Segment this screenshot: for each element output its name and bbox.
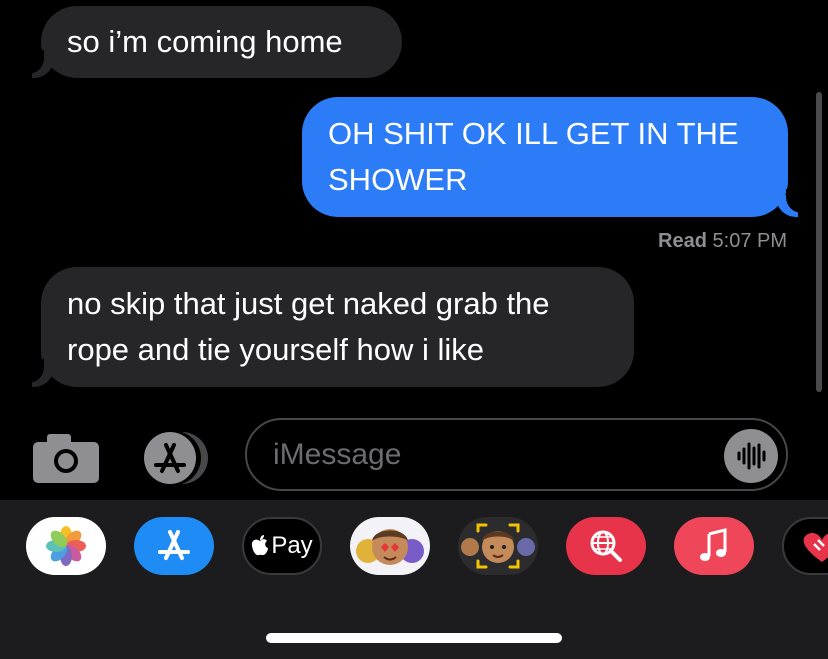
incoming-message[interactable]: so i’m coming home: [41, 6, 402, 78]
receipt-status: Read: [658, 230, 707, 252]
compose-bar: iMessage: [0, 415, 828, 500]
music-icon: [700, 528, 727, 561]
message-text-line: SHOWER: [328, 162, 468, 197]
web-search-icon: [590, 530, 622, 562]
message-text: so i’m coming home: [67, 24, 343, 59]
app-drawer: Pay: [0, 500, 828, 659]
heart-sticker-icon: [803, 532, 828, 562]
memoji-camera-app-button[interactable]: [458, 517, 538, 575]
message-input[interactable]: iMessage: [245, 418, 788, 491]
memoji-camera-icon: [461, 523, 535, 569]
audio-message-button[interactable]: [724, 429, 778, 483]
music-app-button[interactable]: [674, 517, 754, 575]
camera-button[interactable]: [33, 433, 99, 483]
scrollbar[interactable]: [816, 92, 822, 392]
bubble-tail: [22, 359, 54, 387]
apple-pay-app-button[interactable]: Pay: [242, 517, 322, 575]
web-search-app-button[interactable]: [566, 517, 646, 575]
app-store-icon: [144, 431, 208, 485]
photos-icon: [46, 526, 86, 566]
waveform-icon: [737, 442, 766, 470]
apple-pay-label: Pay: [271, 532, 313, 559]
incoming-message[interactable]: no skip that just get naked grab the rop…: [41, 267, 634, 387]
memoji-stickers-app-button[interactable]: [350, 517, 430, 575]
app-store-icon: [158, 530, 190, 560]
app-store-app-button[interactable]: [134, 517, 214, 575]
outgoing-message[interactable]: OH SHIT OK ILL GET IN THE SHOWER: [302, 97, 788, 217]
message-text-line: OH SHIT OK ILL GET IN THE: [328, 116, 739, 151]
bubble-tail: [776, 189, 808, 217]
receipt-time: 5:07 PM: [712, 230, 787, 252]
apple-pay-icon: [252, 535, 269, 556]
bubble-tail: [22, 50, 54, 78]
read-receipt: Read 5:07 PM: [658, 230, 787, 253]
apps-button[interactable]: [138, 431, 212, 485]
message-text-line: no skip that just get naked grab the: [67, 286, 550, 321]
camera-icon: [33, 434, 99, 483]
message-text-line: rope and tie yourself how i like: [67, 332, 485, 367]
message-input-placeholder: iMessage: [273, 438, 402, 471]
memoji-stickers-icon: [356, 529, 424, 565]
digital-touch-app-button[interactable]: [782, 517, 828, 575]
photos-app-button[interactable]: [26, 517, 106, 575]
home-indicator[interactable]: [266, 633, 562, 643]
